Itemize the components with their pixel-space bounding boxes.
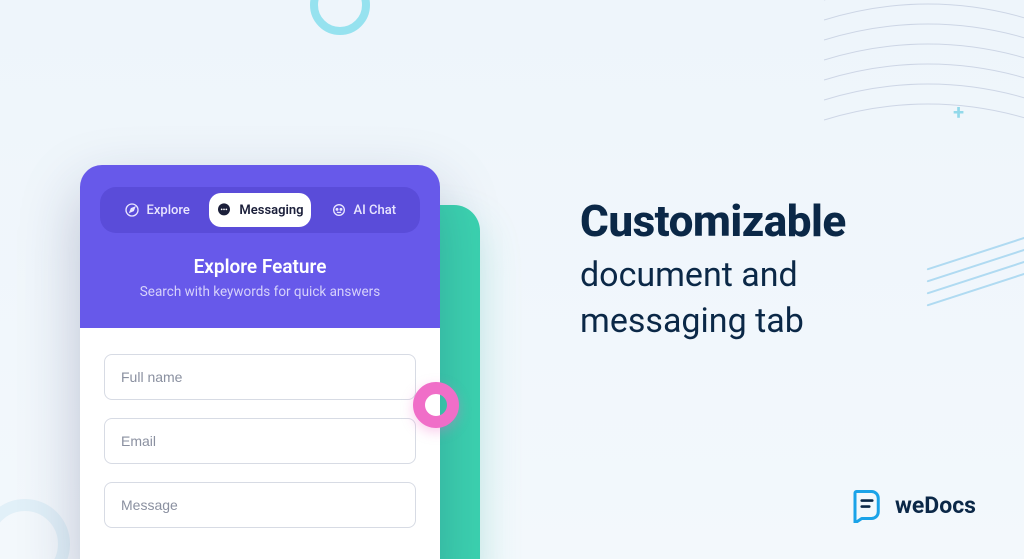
tab-messaging-label: Messaging (239, 203, 303, 218)
tab-explore-label: Explore (147, 203, 190, 218)
decor-circle-bottom (0, 499, 70, 559)
tab-aichat[interactable]: AI Chat (313, 193, 414, 227)
decor-diagonal-lines (924, 240, 1024, 298)
compass-icon (124, 202, 140, 218)
fullname-field[interactable] (104, 354, 416, 400)
marketing-headline: Customizable document and messaging tab (580, 195, 846, 345)
decor-wave-lines (824, 0, 1024, 220)
message-field[interactable] (104, 482, 416, 528)
chat-bubble-icon (216, 202, 232, 218)
widget-subtitle: Search with keywords for quick answers (100, 284, 420, 300)
brand-name: weDocs (895, 492, 976, 519)
widget-title: Explore Feature (100, 255, 420, 278)
headline-strong: Customizable (580, 195, 846, 247)
messaging-widget: Explore Messaging AI Chat Explore Featur… (80, 165, 440, 559)
tab-aichat-label: AI Chat (354, 203, 397, 218)
decor-pink-ring (413, 382, 459, 428)
ai-bot-icon (331, 202, 347, 218)
brand-logo: weDocs (849, 487, 976, 523)
tab-explore[interactable]: Explore (106, 193, 207, 227)
decor-circle-top (310, 0, 370, 35)
decor-plus-icon: + (953, 100, 964, 124)
tab-messaging[interactable]: Messaging (209, 193, 310, 227)
wedocs-logo-icon (849, 487, 885, 523)
email-field[interactable] (104, 418, 416, 464)
widget-body (80, 328, 440, 559)
widget-header: Explore Messaging AI Chat Explore Featur… (80, 165, 440, 328)
headline-rest: document and messaging tab (580, 253, 846, 345)
widget-tabbar: Explore Messaging AI Chat (100, 187, 420, 233)
